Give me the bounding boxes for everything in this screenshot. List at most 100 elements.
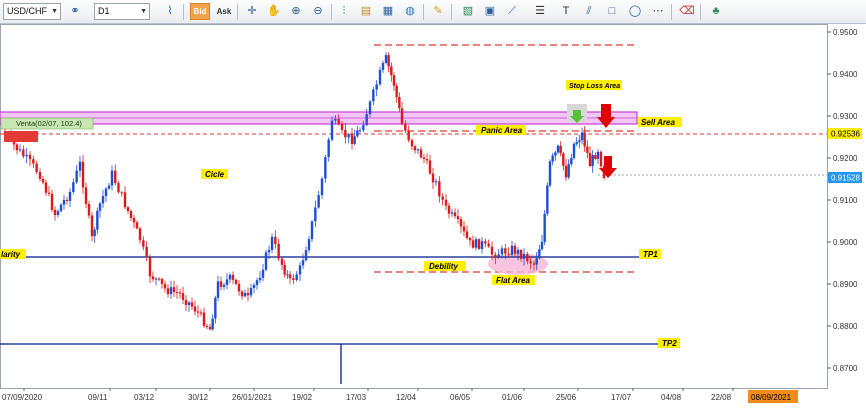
candle-body	[81, 161, 85, 188]
candle-body	[551, 155, 554, 162]
candle-body	[497, 254, 500, 258]
candle-body	[270, 236, 274, 250]
panic-area-label: Panic Area	[481, 126, 523, 135]
candle-body	[172, 287, 176, 292]
price-tick-label: 0.9300	[833, 112, 858, 121]
more-tools-icon[interactable]: ⋯	[649, 3, 667, 20]
candle-body	[205, 325, 209, 327]
candle-body	[104, 188, 108, 197]
candle-body	[267, 249, 271, 253]
chart-canvas[interactable]: 0.9500 0.9400 0.9300 0.9200 0.9100 0.9000 0.89…	[0, 24, 866, 408]
candle-body	[384, 55, 388, 63]
candle-body	[562, 153, 565, 166]
candle-body	[347, 134, 350, 138]
link-icon[interactable]: ⚭	[66, 3, 84, 20]
date-tick-label: 25/06	[556, 393, 577, 402]
candle-body	[358, 130, 362, 132]
candle-body	[187, 302, 191, 305]
candle-body	[216, 281, 220, 298]
date-tick-label: 19/02	[292, 393, 313, 402]
candle-body	[588, 152, 592, 167]
rectangle-icon[interactable]: □	[603, 3, 621, 20]
zoom-out-icon[interactable]: ⊖	[309, 3, 327, 20]
price-tick-label: 0.9400	[833, 70, 858, 79]
candle-body	[225, 279, 229, 285]
candle-body	[516, 249, 520, 254]
candle-body	[395, 85, 398, 97]
candle-body	[444, 199, 448, 206]
text-icon[interactable]: T	[557, 3, 575, 20]
candle-body	[330, 120, 334, 140]
stop-loss-label: Stop Loss Area	[569, 83, 620, 90]
candle-body	[344, 129, 347, 138]
timeframe-select[interactable]: D1 ▼	[94, 3, 150, 20]
eraser-icon[interactable]: ⌫	[678, 3, 696, 20]
candle-body	[50, 193, 54, 210]
candle-body	[135, 222, 139, 229]
candle-body	[422, 157, 426, 159]
price-tick-label: 0.9200	[833, 154, 858, 163]
candle-body	[154, 278, 158, 280]
ellipse-icon[interactable]: ◯	[626, 3, 644, 20]
candle-body	[286, 274, 289, 276]
candle-body	[28, 154, 32, 160]
trendline-icon[interactable]: ⟋	[503, 3, 521, 20]
sell-area-label: Sell Area	[641, 118, 675, 127]
crosshair-icon[interactable]: ✛	[243, 3, 261, 20]
candle-body	[15, 144, 19, 151]
price-tick-label: 0.9000	[833, 238, 858, 247]
order-close-tag[interactable]	[4, 131, 38, 142]
candle-body	[526, 254, 529, 262]
horizontal-line-icon[interactable]: ☰	[531, 3, 549, 20]
tree-icon[interactable]: ♣	[707, 3, 725, 20]
symbol-select[interactable]: USD/CHF ▼	[3, 3, 61, 20]
price-tick-label: 0.9100	[833, 196, 858, 205]
candle-body	[169, 287, 173, 295]
candle-body	[340, 124, 344, 130]
channel-icon[interactable]: ⫽	[580, 3, 598, 20]
candle-body	[513, 245, 517, 254]
order-tag-label: Venta(02/07, 102.4)	[16, 119, 82, 128]
date-tick-label: 26/01/2021	[232, 393, 273, 402]
candle-body	[190, 302, 194, 307]
candle-body	[98, 203, 102, 211]
properties-icon[interactable]: ▦	[379, 3, 397, 20]
candle-body	[407, 130, 410, 141]
candle-body	[107, 185, 111, 189]
indicator-icon[interactable]: ⫶	[335, 3, 353, 20]
price-tick-label: 0.9500	[833, 28, 858, 37]
globe-icon[interactable]: ◍	[401, 3, 419, 20]
candle-body	[301, 260, 305, 266]
screenshot-icon[interactable]: ▣	[481, 3, 499, 20]
bid-button[interactable]: Bid	[190, 3, 210, 20]
date-tick-label: 12/04	[396, 393, 417, 402]
cicle-label: Cicle	[205, 170, 225, 179]
candle-body	[334, 119, 337, 121]
candle-body	[570, 158, 573, 165]
candle-body	[126, 207, 130, 211]
candle-body	[465, 231, 469, 238]
template-icon[interactable]: ▤	[357, 3, 375, 20]
candle-body	[196, 311, 200, 313]
zoom-in-icon[interactable]: ⊕	[287, 3, 305, 20]
hand-icon[interactable]: ✋	[265, 3, 283, 20]
pencil-icon[interactable]: ✎	[429, 3, 447, 20]
candle-body	[175, 291, 179, 293]
candle-body	[148, 257, 152, 277]
price-tick-label: 0.8700	[833, 364, 858, 373]
candle-body	[546, 185, 549, 214]
candle-body	[120, 192, 123, 194]
chart-type-icon[interactable]: ⌇	[161, 3, 179, 20]
candle-body	[356, 130, 359, 137]
ask-button[interactable]: Ask	[214, 3, 234, 20]
candle-body	[222, 284, 226, 287]
candle-body	[425, 158, 429, 161]
candle-body	[337, 119, 340, 125]
date-tick-label: 17/07	[611, 393, 632, 402]
image-icon[interactable]: ▧	[459, 3, 477, 20]
candle-body	[416, 149, 420, 151]
candle-body	[324, 157, 327, 179]
candle-body	[556, 145, 560, 153]
candle-body	[529, 261, 532, 264]
price-chart[interactable]: 0.9500 0.9400 0.9300 0.9200 0.9100 0.9000 0.89…	[0, 24, 866, 408]
